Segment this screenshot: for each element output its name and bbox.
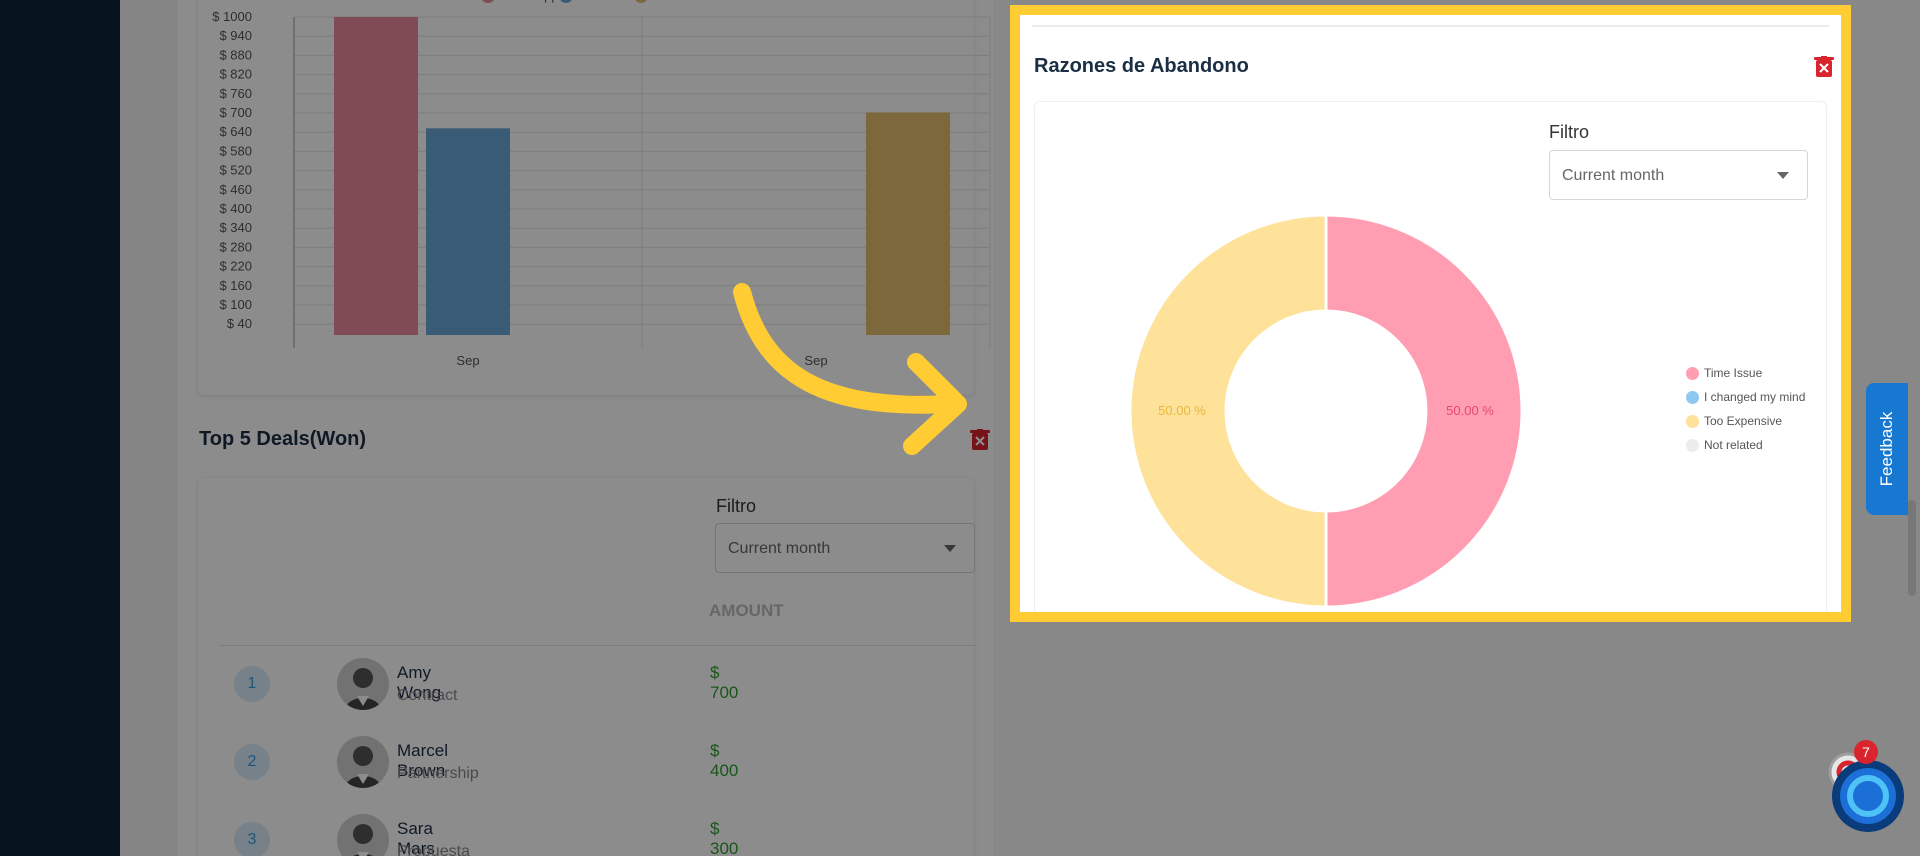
legend-swatch bbox=[635, 0, 647, 3]
avatar bbox=[337, 736, 389, 788]
abandon-filter-value: Current month bbox=[1562, 167, 1665, 184]
y-tick-label: $ 940 bbox=[219, 28, 252, 43]
y-tick-label: $ 280 bbox=[219, 239, 252, 254]
bar-email bbox=[426, 128, 510, 335]
previous-widget-edge bbox=[1032, 15, 1829, 27]
y-tick-label: $ 520 bbox=[219, 163, 252, 178]
y-tick-label: $ 1000 bbox=[212, 9, 252, 24]
y-tick-label: $ 880 bbox=[219, 47, 252, 62]
x-category-label: Sep bbox=[456, 353, 479, 368]
deal-amount: $ 400 bbox=[710, 741, 739, 780]
avatar bbox=[337, 658, 389, 710]
amount-column-header: AMOUNT bbox=[709, 601, 784, 620]
feedback-label: Feedback bbox=[1877, 411, 1896, 487]
chevron-down-icon bbox=[1777, 172, 1789, 179]
donut-percent-label: 50.00 % bbox=[1158, 403, 1206, 418]
y-tick-label: $ 580 bbox=[219, 143, 252, 158]
y-tick-label: $ 340 bbox=[219, 220, 252, 235]
abandon-donut-chart: 50.00 % 50.00 % bbox=[1128, 213, 1524, 609]
abandon-filter-label: Filtro bbox=[1549, 122, 1589, 142]
legend-swatch bbox=[1686, 367, 1699, 380]
arrow-pointer-icon bbox=[733, 283, 967, 455]
deals-filter-value: Current month bbox=[728, 540, 831, 557]
legend-swatch bbox=[560, 0, 572, 3]
deal-amount: $ 300 bbox=[710, 819, 739, 856]
page-scrollbar[interactable] bbox=[1908, 500, 1916, 596]
deals-filter-select[interactable]: Current month bbox=[715, 523, 975, 573]
legend-swatch bbox=[1686, 391, 1699, 404]
table-header-divider bbox=[219, 645, 975, 646]
y-tick-label: $ 400 bbox=[219, 201, 252, 216]
y-tick-label: $ 820 bbox=[219, 67, 252, 82]
deal-type: Propuesta de Equipos bbox=[397, 843, 470, 856]
left-sidebar bbox=[0, 0, 120, 856]
abandon-filter-select[interactable]: Current month bbox=[1549, 150, 1808, 200]
rank-badge: 3 bbox=[234, 822, 270, 856]
y-tick-label: $ 160 bbox=[219, 278, 252, 293]
bar-whatsapp bbox=[334, 17, 418, 335]
y-tick-label: $ 640 bbox=[219, 124, 252, 139]
legend-swatch bbox=[1686, 439, 1699, 452]
chat-notification-badge: 7 bbox=[1854, 740, 1878, 764]
bar-chart-legend: Whatsapp EMAIL WEBSITE bbox=[482, 0, 712, 3]
abandon-reasons-card: Razones de Abandono Filtro Current month… bbox=[1020, 15, 1841, 612]
abandon-reasons-title: Razones de Abandono bbox=[1034, 55, 1249, 77]
delete-abandon-widget-icon[interactable] bbox=[1814, 56, 1834, 78]
legend-label: I changed my mind bbox=[1704, 390, 1806, 404]
legend-swatch bbox=[482, 0, 494, 3]
legend-swatch bbox=[1686, 415, 1699, 428]
y-tick-label: $ 460 bbox=[219, 182, 252, 197]
donut-percent-label: 50.00 % bbox=[1446, 403, 1494, 418]
deal-type: Partnership bbox=[397, 765, 479, 782]
deal-amount: $ 700 bbox=[710, 663, 739, 702]
deals-filter-label: Filtro bbox=[716, 496, 756, 516]
feedback-tab[interactable]: Feedback bbox=[1866, 383, 1908, 515]
deal-type: Contract bbox=[397, 687, 458, 704]
y-tick-label: $ 40 bbox=[227, 316, 252, 331]
bar-chart-yticks: $ 1000 $ 940 $ 880 $ 820 $ 760 $ 700 $ 640 $ 58… bbox=[212, 9, 252, 331]
rank-badge: 1 bbox=[234, 666, 270, 702]
rank-badge: 2 bbox=[234, 744, 270, 780]
chevron-down-icon bbox=[944, 545, 956, 552]
y-tick-label: $ 700 bbox=[219, 105, 252, 120]
y-tick-label: $ 760 bbox=[219, 86, 252, 101]
legend-label: WEBSITE bbox=[653, 0, 712, 3]
legend-label: Not related bbox=[1704, 438, 1763, 452]
legend-label: Too Expensive bbox=[1704, 414, 1783, 428]
legend-label: Time Issue bbox=[1704, 366, 1763, 380]
legend-label: Whatsapp bbox=[500, 0, 559, 3]
y-tick-label: $ 100 bbox=[219, 297, 252, 312]
y-tick-label: $ 220 bbox=[219, 259, 252, 274]
legend-label: EMAIL bbox=[578, 0, 617, 3]
top-deals-title: Top 5 Deals(Won) bbox=[199, 428, 367, 450]
